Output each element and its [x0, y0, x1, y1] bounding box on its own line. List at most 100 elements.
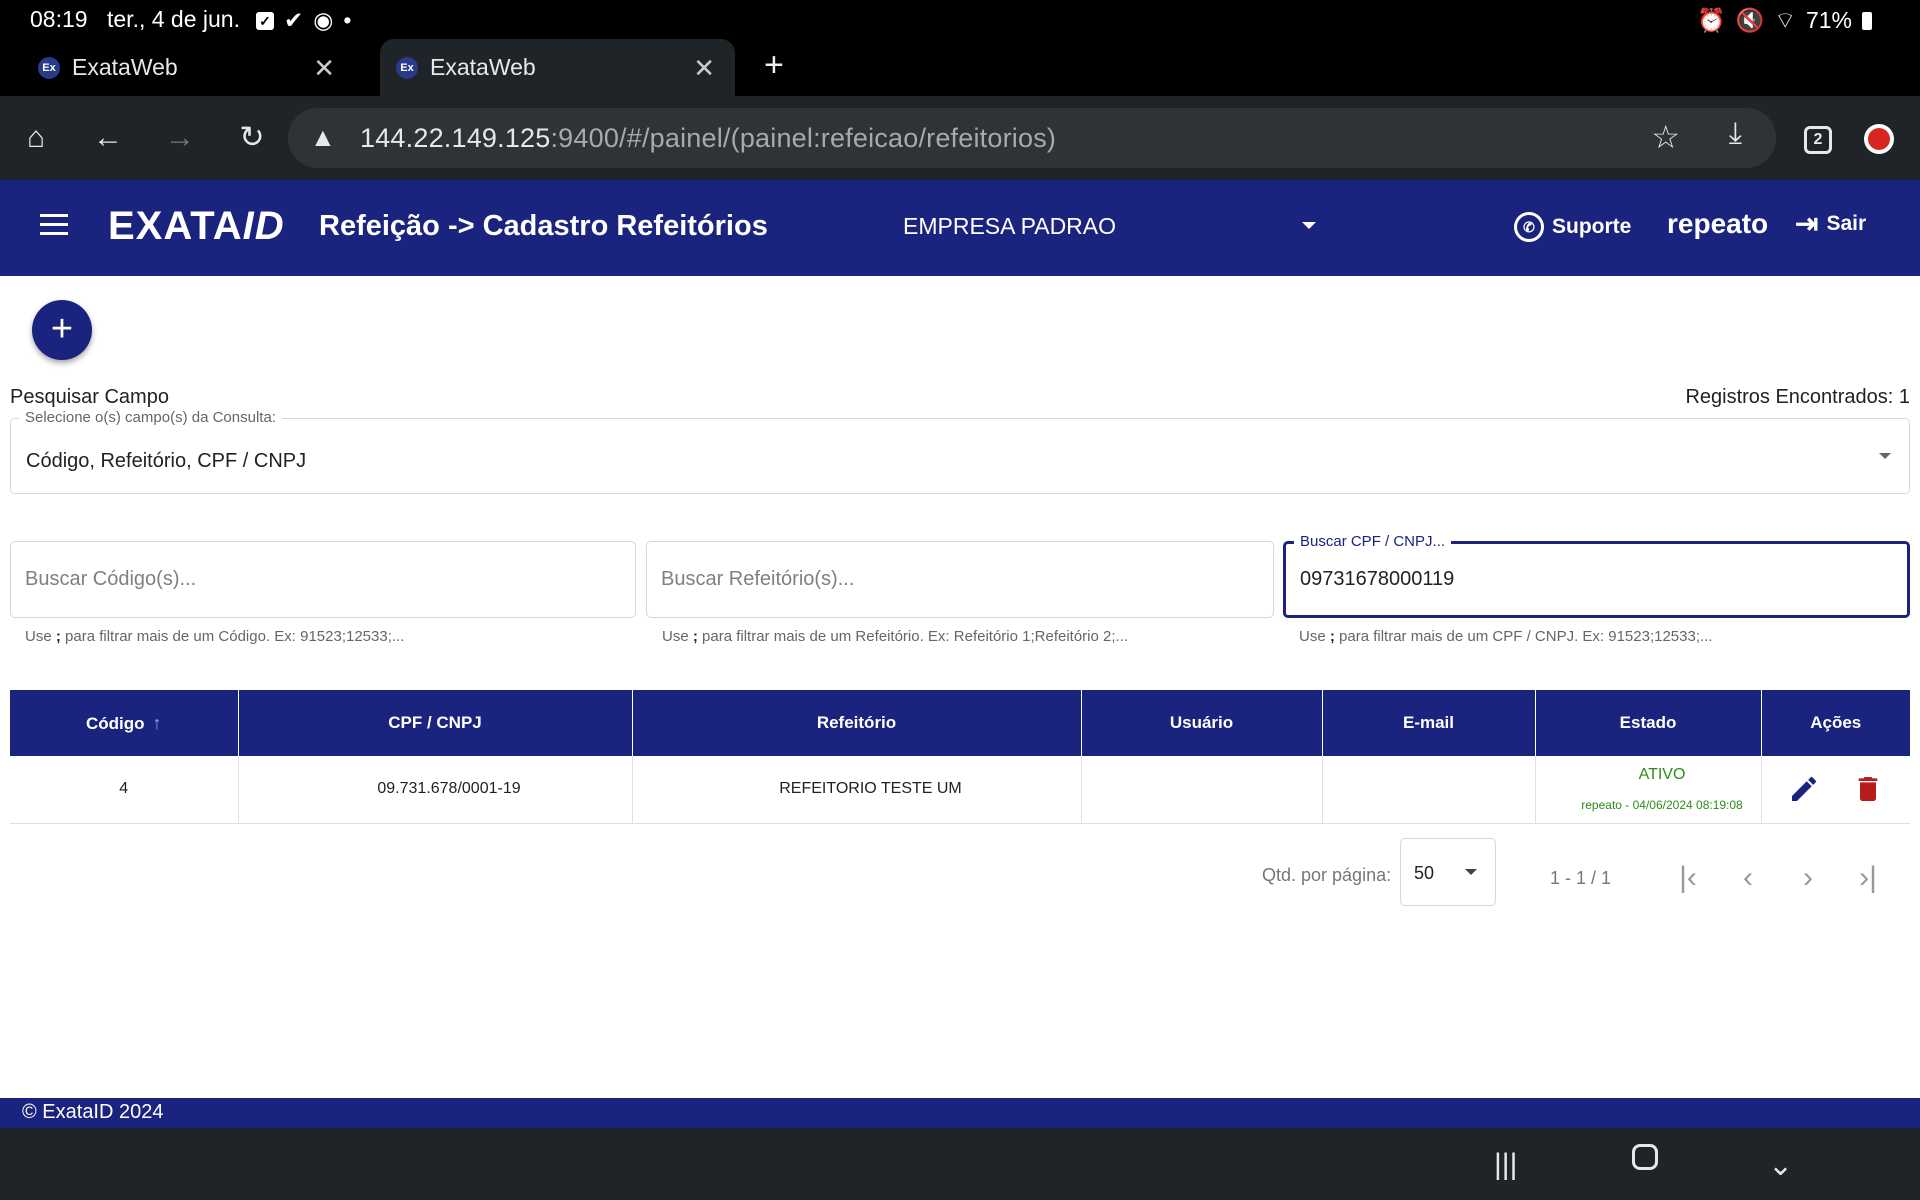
url-host: 144.22.149.125 — [360, 123, 551, 153]
status-detail: repeato - 04/06/2024 08:19:08 — [1581, 798, 1743, 813]
add-button[interactable]: + — [32, 300, 92, 360]
codigo-hint: Use ; para filtrar mais de um Código. Ex… — [25, 628, 404, 645]
cpf-search-field: Buscar CPF / CNPJ... — [1283, 533, 1910, 618]
cell-email — [1322, 756, 1536, 824]
col-acoes-header: Ações — [1761, 690, 1910, 756]
table-row: 4 09.731.678/0001-19 REFEITORIO TESTE UM… — [10, 756, 1910, 824]
not-secure-icon[interactable]: ▲ — [310, 122, 336, 153]
browser-tab-1[interactable]: Ex ExataWeb ✕ — [0, 39, 355, 96]
search-fields-legend: Selecione o(s) campo(s) da Consulta: — [19, 409, 282, 426]
tab-title: ExataWeb — [72, 54, 178, 80]
recent-apps-icon[interactable]: ||| — [1494, 1148, 1517, 1182]
last-page-icon[interactable]: ›| — [1850, 860, 1886, 896]
address-bar[interactable]: ▲ 144.22.149.125:9400/#/painel/(painel:r… — [288, 108, 1776, 168]
first-page-icon[interactable]: |‹ — [1670, 860, 1706, 896]
app-logo: EXATAID — [108, 204, 285, 249]
bookmark-star-icon[interactable]: ☆ — [1651, 118, 1680, 156]
refeitorio-search-input[interactable] — [661, 562, 1259, 596]
delete-trash-icon[interactable] — [1852, 773, 1884, 805]
system-icons: ⏰ 🔇 ⌔ 71% — [1697, 6, 1872, 35]
status-bar: 08:19 ter., 4 de jun. ✓ ✔ ◉ • ⏰ 🔇 ⌔ 71% — [0, 0, 1920, 36]
refeitorios-table: Código ↑ CPF / CNPJ Refeitório Usuário E-… — [10, 690, 1910, 824]
new-tab-icon[interactable]: + — [764, 46, 784, 85]
url-path: :9400/#/painel/(painel:refeicao/refeitor… — [550, 123, 1057, 153]
hint-post: para filtrar mais de um Refeitório. Ex: … — [697, 628, 1129, 645]
check-notification-icon: ✔ — [284, 7, 304, 33]
hint-pre: Use — [1299, 628, 1330, 645]
username: repeato — [1667, 208, 1769, 239]
search-caption: Pesquisar Campo — [10, 386, 169, 408]
codigo-search-field — [10, 541, 636, 618]
whatsapp-icon: ✆ — [1514, 212, 1544, 242]
hint-pre: Use — [662, 628, 693, 645]
cpf-search-input[interactable] — [1300, 562, 1893, 596]
support-label: Suporte — [1552, 215, 1632, 238]
support-button[interactable]: ✆ Suporte — [1514, 212, 1631, 242]
search-fields-select[interactable]: Selecione o(s) campo(s) da Consulta: Cód… — [10, 409, 1910, 494]
previous-page-icon[interactable]: ‹ — [1730, 860, 1766, 896]
home-icon[interactable]: ⌂ — [14, 116, 58, 160]
download-icon[interactable]: ⤓ — [1729, 117, 1742, 151]
more-notifications-icon: • — [343, 7, 352, 33]
mute-icon: 🔇 — [1735, 7, 1765, 33]
company-dropdown-icon[interactable] — [1302, 222, 1316, 229]
table-header-row: Código ↑ CPF / CNPJ Refeitório Usuário E-… — [10, 690, 1910, 756]
refeitorio-hint: Use ; para filtrar mais de um Refeitório… — [662, 628, 1128, 645]
app-header: EXATAID Refeição -> Cadastro Refeitórios… — [0, 180, 1920, 276]
chevron-down-icon — [1465, 869, 1477, 875]
col-usuario-header: Usuário — [1081, 690, 1323, 756]
forward-icon[interactable]: → — [158, 116, 202, 160]
codigo-search-input[interactable] — [25, 562, 621, 596]
cpf-hint: Use ; para filtrar mais de um CPF / CNPJ… — [1299, 628, 1713, 645]
edit-pencil-icon[interactable] — [1788, 773, 1820, 805]
browser-toolbar: ⌂ ← → ↻ ▲ 144.22.149.125:9400/#/painel/(… — [0, 96, 1920, 180]
close-tab-icon[interactable]: ✕ — [313, 53, 335, 84]
col-email-header: E-mail — [1322, 690, 1536, 756]
tab-title: ExataWeb — [430, 54, 536, 80]
browser-tab-2[interactable]: Ex ExataWeb ✕ — [380, 39, 735, 96]
refeitorio-search-field — [646, 541, 1274, 618]
tab-switcher-button[interactable]: 2 — [1804, 126, 1832, 154]
chevron-down-icon — [1879, 453, 1891, 459]
close-tab-icon[interactable]: ✕ — [693, 53, 715, 84]
page-range: 1 - 1 / 1 — [1550, 868, 1612, 888]
page-size-value: 50 — [1414, 863, 1435, 883]
favicon-icon: Ex — [396, 56, 418, 79]
company-select[interactable]: EMPRESA PADRAO — [903, 213, 1116, 240]
checkbox-notification-icon: ✓ — [256, 11, 274, 30]
col-cpf-header: CPF / CNPJ — [238, 690, 633, 756]
cell-estado: ATIVO repeato - 04/06/2024 08:19:08 — [1535, 756, 1762, 824]
col-refeitorio-header: Refeitório — [632, 690, 1082, 756]
cell-usuario — [1081, 756, 1323, 824]
menu-icon[interactable] — [40, 214, 68, 241]
cell-cpf-cnpj: 09.731.678/0001-19 — [238, 756, 633, 824]
hint-post: para filtrar mais de um Código. Ex: 9152… — [60, 628, 405, 645]
status-time: 08:19 — [30, 6, 88, 32]
reload-icon[interactable]: ↻ — [230, 116, 274, 160]
page-title: Refeição -> Cadastro Refeitórios — [319, 210, 768, 242]
records-found: Registros Encontrados: 1 — [1685, 386, 1910, 408]
url-text[interactable]: 144.22.149.125:9400/#/painel/(painel:ref… — [360, 123, 1056, 154]
next-page-icon[interactable]: › — [1790, 860, 1826, 896]
home-nav-icon[interactable] — [1632, 1144, 1658, 1170]
status-badge: ATIVO — [1638, 766, 1686, 784]
back-icon[interactable]: ← — [86, 116, 130, 160]
footer-copyright: © ExataID 2024 — [22, 1101, 164, 1123]
battery-icon — [1862, 11, 1872, 30]
col-codigo-header[interactable]: Código ↑ — [10, 690, 239, 756]
notification-icons: ✓ ✔ ◉ • — [256, 7, 351, 34]
logout-icon: ⇥ — [1795, 208, 1819, 239]
logout-button[interactable]: ⇥ Sair — [1795, 208, 1866, 239]
profile-icon[interactable] — [1864, 124, 1894, 154]
logo-main-text: EXATA — [108, 204, 243, 248]
logo-suffix-text: ID — [242, 204, 285, 248]
cell-acoes — [1761, 756, 1910, 824]
search-fields-value: Código, Refeitório, CPF / CNPJ — [26, 450, 307, 472]
hide-keyboard-icon[interactable]: ⌄ — [1768, 1148, 1793, 1183]
cpf-search-legend: Buscar CPF / CNPJ... — [1294, 533, 1452, 550]
wifi-icon: ⌔ — [1774, 7, 1796, 33]
hint-post: para filtrar mais de um CPF / CNPJ. Ex: … — [1334, 628, 1713, 645]
cell-refeitorio: REFEITORIO TESTE UM — [632, 756, 1082, 824]
page-size-select[interactable]: 50 — [1400, 838, 1496, 906]
header-label: Código — [85, 713, 145, 733]
